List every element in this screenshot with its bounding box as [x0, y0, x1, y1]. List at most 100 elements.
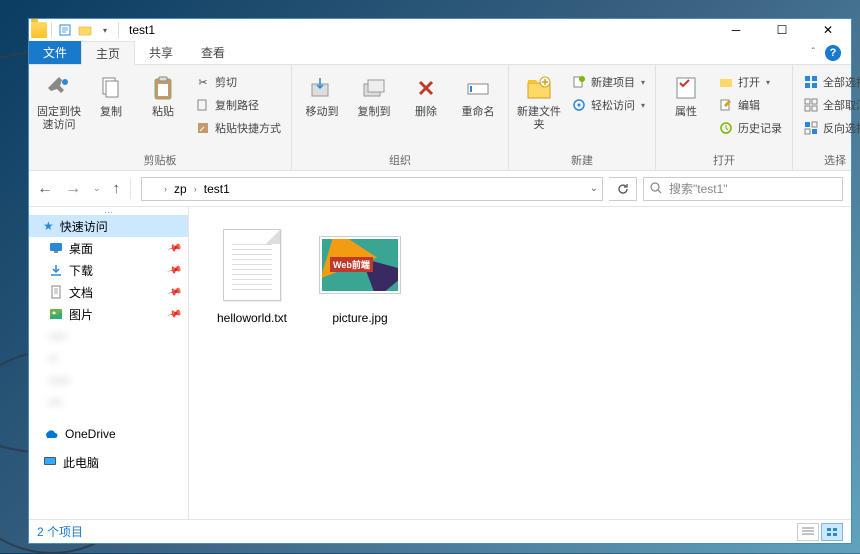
rename-button[interactable]: 重命名 — [454, 68, 502, 119]
shortcut-icon — [195, 120, 211, 136]
delete-icon — [410, 72, 442, 104]
sidebar-item-blurred[interactable]: ▪▪▪▪ — [29, 325, 188, 347]
group-organize-label: 组织 — [298, 150, 502, 170]
cut-button[interactable]: ✂剪切 — [191, 71, 285, 93]
navigation-bar: ← → ⌄ ↑ › zp › test1 ⌄ 搜索"test1" — [29, 171, 851, 207]
address-dropdown-icon[interactable]: ⌄ — [590, 183, 598, 194]
history-icon — [718, 120, 734, 136]
cloud-icon — [43, 427, 59, 441]
copy-button[interactable]: 复制 — [87, 68, 135, 119]
newfolder-icon — [523, 72, 555, 104]
help-icon[interactable]: ? — [825, 45, 841, 61]
paste-shortcut-button[interactable]: 粘贴快捷方式 — [191, 117, 285, 139]
text-file-icon — [223, 229, 281, 301]
open-button[interactable]: 打开▾ — [714, 71, 786, 93]
group-new-label: 新建 — [515, 150, 649, 170]
sidebar-pictures[interactable]: 图片 📌 — [29, 303, 188, 325]
qat-dropdown-icon[interactable]: ▾ — [96, 21, 114, 39]
breadcrumb-item[interactable]: test1 — [201, 182, 233, 196]
explorer-window: ▾ test1 ─ ☐ ✕ 文件 主页 共享 查看 ˆ ? 固定到快速访问 — [28, 18, 852, 544]
chevron-right-icon[interactable]: › — [194, 184, 197, 194]
document-icon — [49, 285, 63, 299]
forward-button[interactable]: → — [65, 180, 81, 198]
selectnone-icon — [803, 97, 819, 113]
invert-selection-button[interactable]: 反向选择 — [799, 117, 860, 139]
maximize-button[interactable]: ☐ — [759, 19, 805, 41]
file-item[interactable]: Web前端 picture.jpg — [315, 225, 405, 325]
easyaccess-icon — [571, 97, 587, 113]
properties-button[interactable]: 属性 — [662, 68, 710, 119]
history-button[interactable]: 历史记录 — [714, 117, 786, 139]
tab-share[interactable]: 共享 — [135, 41, 187, 64]
chevron-right-icon[interactable]: › — [164, 184, 167, 194]
pc-icon — [43, 455, 57, 469]
image-thumbnail: Web前端 — [320, 237, 400, 293]
move-to-button[interactable]: 移动到 — [298, 68, 346, 119]
tab-view[interactable]: 查看 — [187, 41, 239, 64]
breadcrumb-item[interactable]: zp — [171, 182, 190, 196]
easy-access-button[interactable]: 轻松访问▾ — [567, 94, 649, 116]
qat-properties-icon[interactable] — [56, 21, 74, 39]
copy-icon — [95, 72, 127, 104]
close-button[interactable]: ✕ — [805, 19, 851, 41]
paste-button[interactable]: 粘贴 — [139, 68, 187, 119]
rename-icon — [462, 72, 494, 104]
copy-path-button[interactable]: 复制路径 — [191, 94, 285, 116]
select-all-button[interactable]: 全部选择 — [799, 71, 860, 93]
file-list[interactable]: helloworld.txt Web前端 picture.jpg — [189, 207, 851, 519]
sidebar-this-pc[interactable]: 此电脑 — [29, 451, 188, 473]
open-icon — [718, 74, 734, 90]
ribbon-collapse-icon[interactable]: ˆ — [812, 47, 815, 58]
large-icons-view-button[interactable] — [821, 523, 843, 541]
group-select-label: 选择 — [799, 150, 860, 170]
navigation-pane: ⋯ ★ 快速访问 桌面 📌 下载 📌 文档 📌 — [29, 207, 189, 519]
copypath-icon — [195, 97, 211, 113]
pin-to-quick-access-button[interactable]: 固定到快速访问 — [35, 68, 83, 132]
pane-grip-icon[interactable]: ⋯ — [29, 207, 188, 215]
qat-newfolder-icon[interactable] — [76, 21, 94, 39]
new-item-button[interactable]: 新建项目▾ — [567, 71, 649, 93]
file-item[interactable]: helloworld.txt — [207, 225, 297, 325]
file-name: picture.jpg — [332, 311, 387, 325]
pin-icon: 📌 — [166, 306, 182, 322]
file-name: helloworld.txt — [217, 311, 287, 325]
group-open-label: 打开 — [662, 150, 786, 170]
sidebar-downloads[interactable]: 下载 📌 — [29, 259, 188, 281]
sidebar-item-blurred[interactable]: ▪▪▪ — [29, 391, 188, 413]
window-folder-icon — [31, 22, 47, 38]
refresh-button[interactable] — [609, 177, 637, 201]
up-button[interactable]: ↑ — [113, 180, 121, 197]
copy-to-button[interactable]: 复制到 — [350, 68, 398, 119]
back-button[interactable]: ← — [37, 180, 53, 198]
search-input[interactable]: 搜索"test1" — [643, 177, 843, 201]
select-none-button[interactable]: 全部取消 — [799, 94, 860, 116]
invert-icon — [803, 120, 819, 136]
recent-dropdown-icon[interactable]: ⌄ — [93, 183, 101, 194]
details-view-button[interactable] — [797, 523, 819, 541]
address-bar[interactable]: › zp › test1 ⌄ — [141, 177, 603, 201]
group-clipboard-label: 剪贴板 — [35, 150, 285, 170]
sidebar-quick-access[interactable]: ★ 快速访问 — [29, 215, 188, 237]
ribbon-tabs: 文件 主页 共享 查看 ˆ ? — [29, 41, 851, 65]
star-icon: ★ — [43, 219, 54, 233]
new-folder-button[interactable]: 新建文件夹 — [515, 68, 563, 132]
tab-home[interactable]: 主页 — [81, 41, 135, 65]
titlebar: ▾ test1 ─ ☐ ✕ — [29, 19, 851, 41]
paste-icon — [147, 72, 179, 104]
sidebar-onedrive[interactable]: OneDrive — [29, 423, 188, 445]
sidebar-item-blurred[interactable]: ▪▪ — [29, 347, 188, 369]
window-title: test1 — [129, 23, 155, 37]
delete-button[interactable]: 删除 — [402, 68, 450, 119]
edit-icon — [718, 97, 734, 113]
newitem-icon — [571, 74, 587, 90]
sidebar-documents[interactable]: 文档 📌 — [29, 281, 188, 303]
pictures-icon — [49, 307, 63, 321]
pin-icon — [43, 72, 75, 104]
sidebar-desktop[interactable]: 桌面 📌 — [29, 237, 188, 259]
minimize-button[interactable]: ─ — [713, 19, 759, 41]
edit-button[interactable]: 编辑 — [714, 94, 786, 116]
selectall-icon — [803, 74, 819, 90]
tab-file[interactable]: 文件 — [29, 41, 81, 64]
sidebar-item-blurred[interactable]: ▪▪▪▪▪ — [29, 369, 188, 391]
ribbon: 固定到快速访问 复制 粘贴 ✂剪切 复制路径 粘贴快捷方式 剪贴板 — [29, 65, 851, 171]
